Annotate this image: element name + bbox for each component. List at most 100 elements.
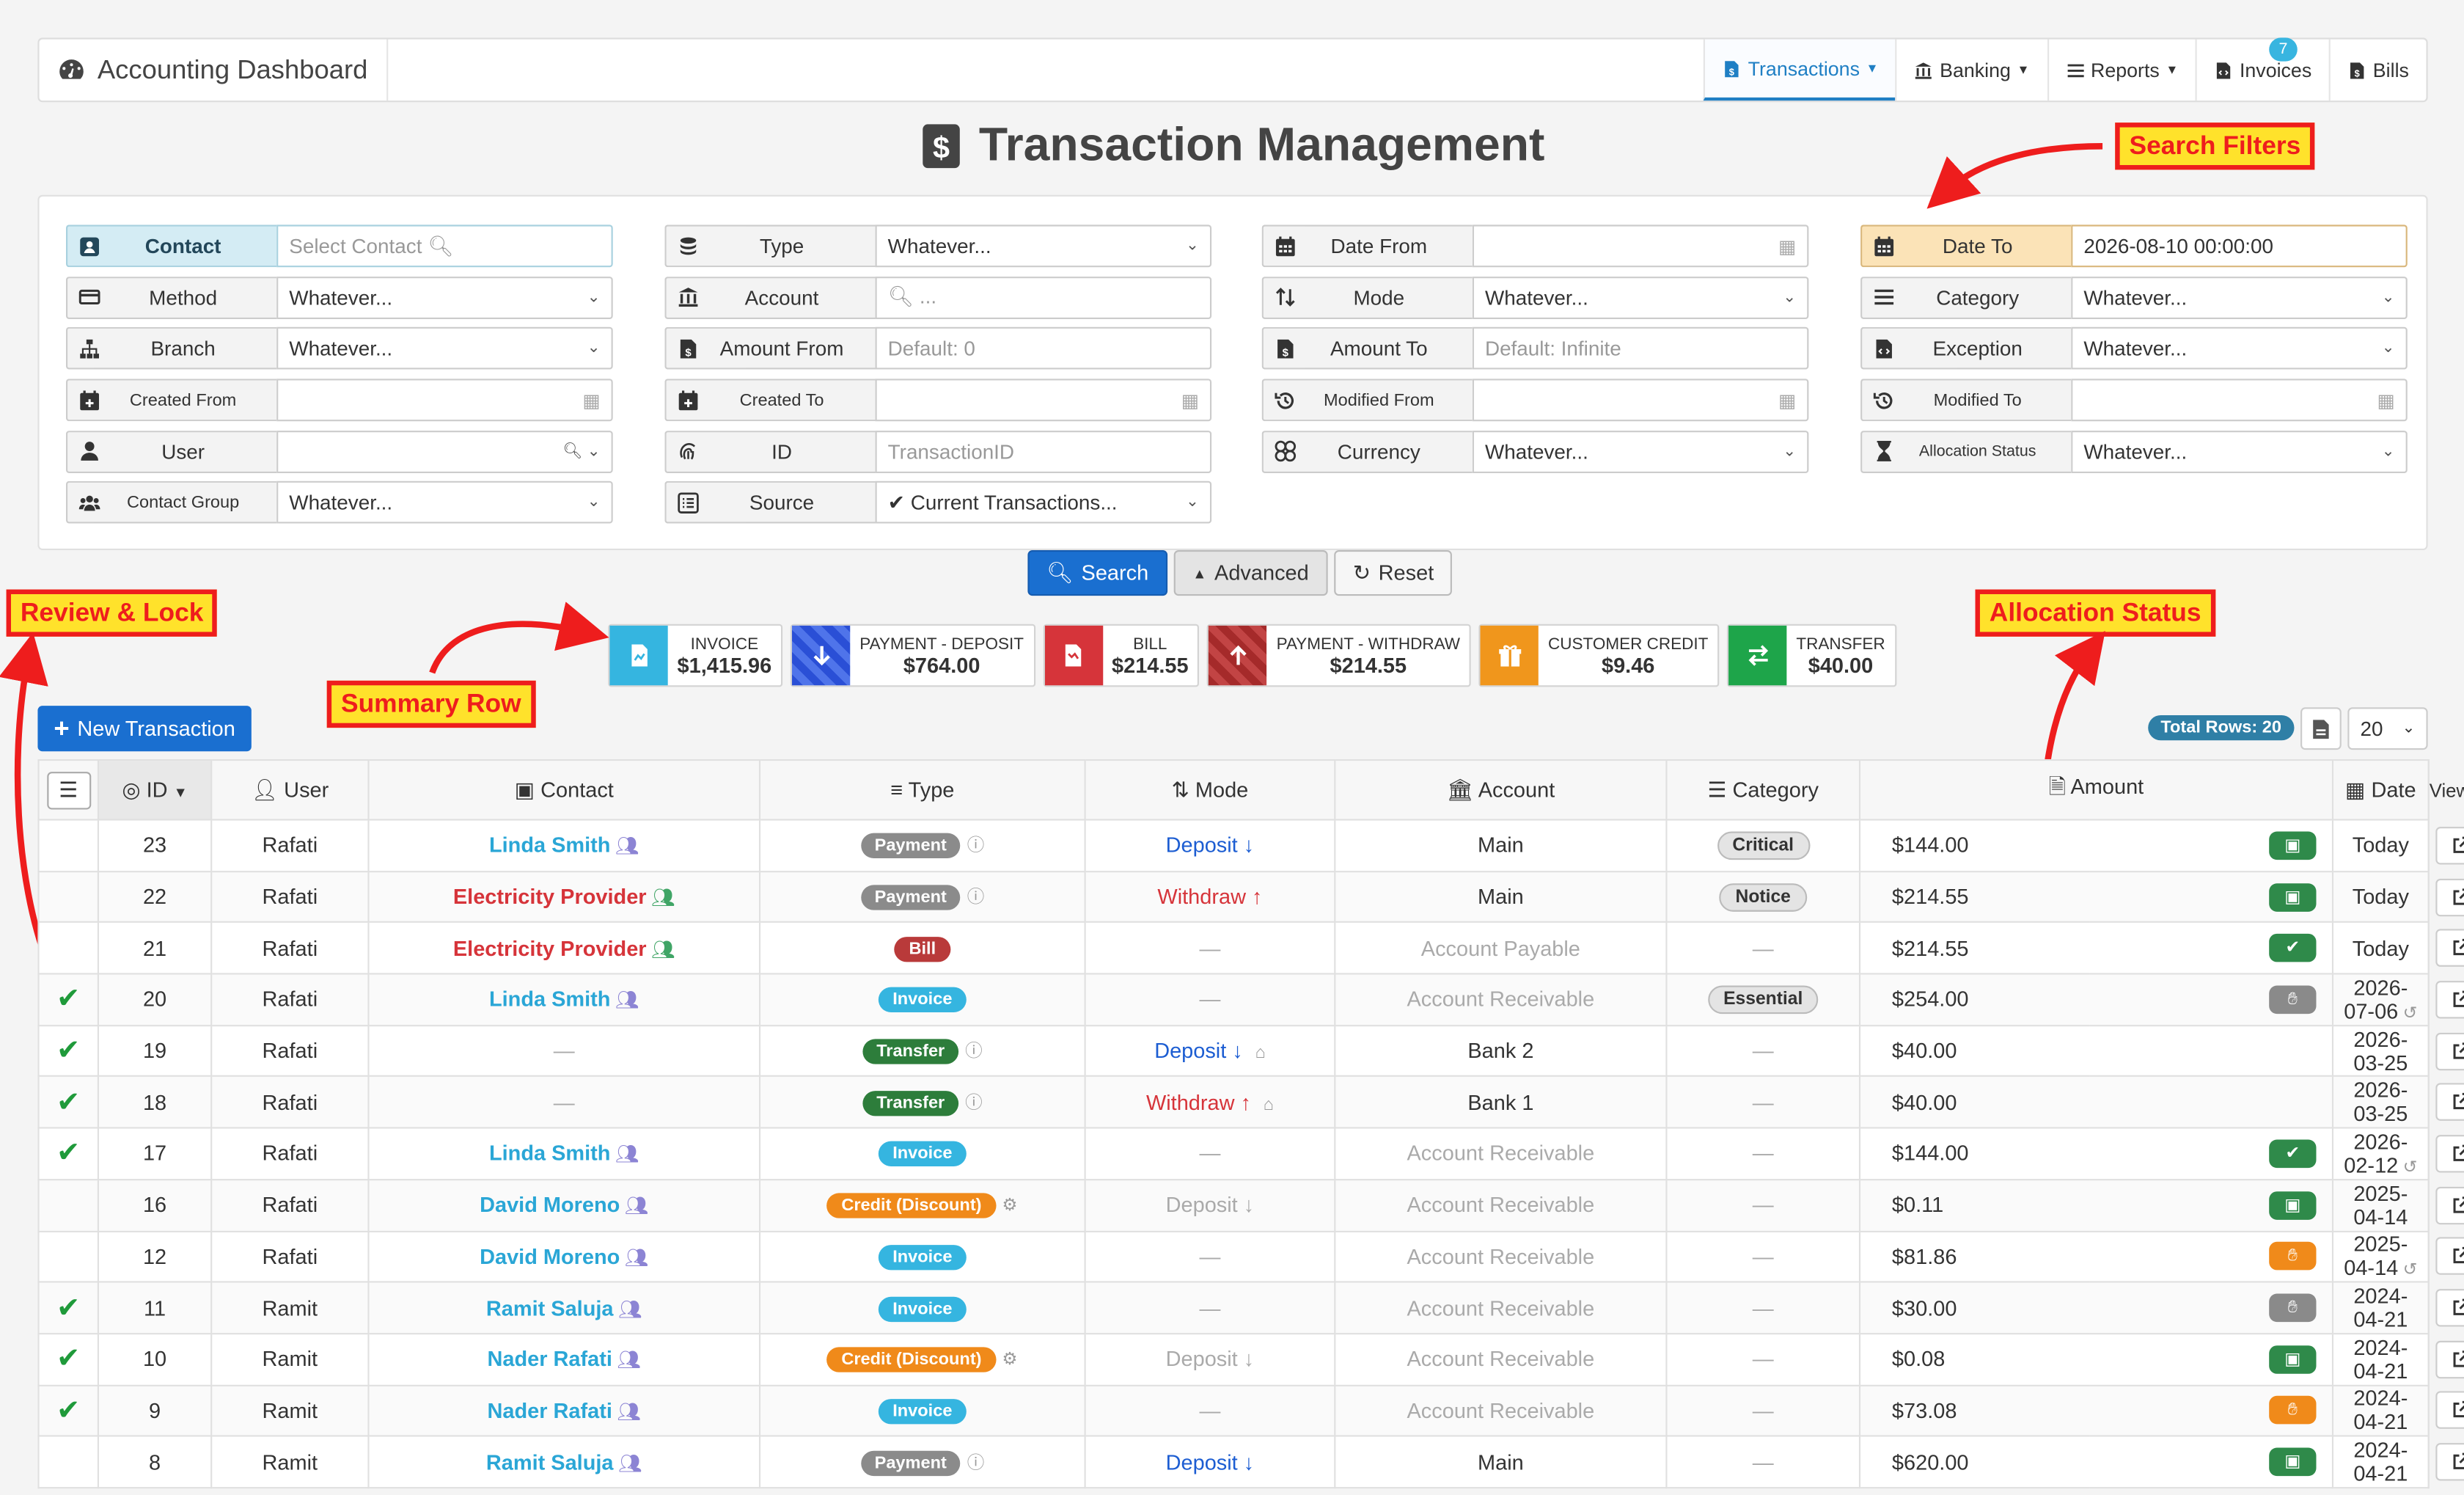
category-cell: — [1665, 1075, 1861, 1129]
header-type[interactable]: ≡ Type [758, 759, 1086, 821]
table-row[interactable]: ✔ 17 Rafati Linda Smith 👥︎ Invoice — Acco… [37, 1127, 2464, 1180]
table-row[interactable]: 21 Rafati Electricity Provider 👥︎ Bill — … [37, 921, 2464, 975]
view-button[interactable] [2435, 1238, 2464, 1276]
contact-link[interactable]: David Moreno [480, 1194, 620, 1217]
table-row[interactable]: ✔ 19 Rafati — Transfer ⓘ Deposit ↓ ⌂ Bank… [37, 1024, 2464, 1078]
contact-link[interactable]: Nader Rafati [488, 1348, 612, 1371]
view-button[interactable] [2435, 1031, 2464, 1070]
contact-cell: Linda Smith 👥︎ [367, 819, 761, 872]
review-lock-cell[interactable] [37, 921, 99, 975]
hand-holding-icon: ✋︎ [2269, 985, 2317, 1014]
info-icon[interactable]: ⓘ [967, 1453, 985, 1472]
view-button[interactable] [2435, 1135, 2464, 1173]
contact-link[interactable]: David Moreno [480, 1245, 620, 1268]
contact-link[interactable]: Ramit Saluja [486, 1450, 614, 1474]
review-lock-cell[interactable]: ✔ [37, 1332, 99, 1386]
user-cell: Rafati [210, 1024, 370, 1078]
plus-icon: + [54, 712, 70, 743]
review-lock-cell[interactable] [37, 1229, 99, 1283]
new-transaction-button[interactable]: + New Transaction [37, 706, 252, 752]
header-user[interactable]: 👤︎ User [210, 759, 370, 821]
review-lock-cell[interactable]: ✔ [37, 1024, 99, 1078]
review-lock-cell[interactable]: ✔ [37, 1281, 99, 1334]
view-button[interactable] [2435, 980, 2464, 1019]
header-contact[interactable]: ▣ Contact [367, 759, 761, 821]
account-cell: Bank 2 [1334, 1024, 1668, 1078]
type-badge: Invoice [878, 1295, 967, 1322]
review-lock-cell[interactable]: ✔ [37, 1127, 99, 1180]
table-row[interactable]: ✔ 20 Rafati Linda Smith 👥︎ Invoice — Acco… [37, 973, 2464, 1026]
review-lock-cell[interactable] [37, 819, 99, 872]
empty-dash: — [1752, 1090, 1774, 1114]
transactions-table-body: 23 Rafati Linda Smith 👥︎ Payment ⓘ Deposit… [37, 819, 2464, 1489]
info-icon[interactable]: ⓘ [967, 837, 985, 856]
user-cell: Rafati [210, 870, 370, 924]
amount-cell: $40.00 [1858, 1075, 2334, 1129]
view-button[interactable] [2435, 1340, 2464, 1378]
review-lock-cell[interactable]: ✔ [37, 973, 99, 1026]
contact-group-icon: 👥︎ [650, 937, 675, 960]
mode-label: Deposit [1154, 1039, 1227, 1063]
header-select-all[interactable]: ☰ [37, 759, 99, 821]
view-button[interactable] [2435, 1083, 2464, 1122]
date-value: 2025-04-14 [2344, 1232, 2408, 1280]
view-button[interactable] [2435, 1186, 2464, 1224]
view-button[interactable] [2435, 1392, 2464, 1430]
view-button[interactable] [2435, 1443, 2464, 1481]
contact-card-icon: ▣ [514, 777, 535, 801]
type-badge: Payment [860, 885, 961, 910]
export-button[interactable] [2300, 707, 2342, 750]
contact-link[interactable]: Linda Smith [489, 988, 611, 1012]
caret-down-icon: ▼ [173, 783, 188, 800]
amount-value: $144.00 [1891, 833, 1969, 858]
header-mode[interactable]: ⇅ Mode [1084, 759, 1336, 821]
amount-cell: $30.00 ✋︎ [1858, 1281, 2334, 1334]
view-button[interactable] [2435, 929, 2464, 968]
contact-link[interactable]: Ramit Saluja [486, 1296, 614, 1320]
contact-link[interactable]: Electricity Provider [453, 937, 647, 960]
empty-dash: — [553, 1039, 575, 1063]
contact-link[interactable]: Linda Smith [489, 833, 611, 857]
view-button[interactable] [2435, 826, 2464, 865]
reviewed-check-icon: ✔ [56, 1034, 81, 1067]
info-icon[interactable]: ⓘ [965, 1094, 983, 1113]
account-cell: Main [1334, 1435, 1668, 1489]
table-row[interactable]: ✔ 11 Ramit Ramit Saluja 👥︎ Invoice — Acco… [37, 1281, 2464, 1334]
table-row[interactable]: 12 Rafati David Moreno 👥︎ Invoice — Accou… [37, 1229, 2464, 1283]
page-size-select[interactable]: 20 ⌄ [2347, 707, 2428, 750]
table-row[interactable]: ✔ 10 Ramit Nader Rafati 👥︎ Credit (Discou… [37, 1332, 2464, 1386]
category-cell: Essential [1665, 973, 1861, 1026]
header-account[interactable]: 🏛︎ Account [1334, 759, 1668, 821]
review-lock-cell[interactable]: ✔ [37, 1383, 99, 1438]
mode-cell: — [1084, 1127, 1336, 1180]
info-icon[interactable]: ⓘ [967, 888, 985, 907]
type-cell: Invoice [758, 1127, 1086, 1180]
table-row[interactable]: 23 Rafati Linda Smith 👥︎ Payment ⓘ Deposit… [37, 819, 2464, 872]
view-button[interactable] [2435, 1289, 2464, 1327]
list-check-icon[interactable]: ☰ [46, 771, 91, 809]
table-row[interactable]: 16 Rafati David Moreno 👥︎ Credit (Discoun… [37, 1178, 2464, 1232]
reviewed-check-icon: ✔ [56, 983, 81, 1015]
table-row[interactable]: 22 Rafati Electricity Provider 👥︎ Payment… [37, 870, 2464, 924]
view-button[interactable] [2435, 877, 2464, 916]
review-lock-cell[interactable]: ✔ [37, 1075, 99, 1129]
review-lock-cell[interactable] [37, 1435, 99, 1489]
contact-link[interactable]: Electricity Provider [453, 885, 647, 908]
money-bill-icon: ▣ [2269, 1345, 2317, 1374]
header-id[interactable]: ◎ ID ▼ [97, 759, 213, 821]
amount-value: $0.08 [1891, 1347, 1946, 1371]
header-category[interactable]: ☰ Category [1665, 759, 1861, 821]
coins-icon: ≡ [890, 778, 903, 802]
contact-link[interactable]: Nader Rafati [488, 1399, 612, 1422]
table-row[interactable]: 8 Ramit Ramit Saluja 👥︎ Payment ⓘ Deposit … [37, 1435, 2464, 1489]
type-cell: Payment ⓘ [758, 1435, 1086, 1489]
contact-link[interactable]: Linda Smith [489, 1142, 611, 1166]
review-lock-cell[interactable] [37, 870, 99, 924]
header-date[interactable]: ▦ Date [2331, 759, 2430, 821]
table-row[interactable]: ✔ 18 Rafati — Transfer ⓘ Withdraw ↑ ⌂ Ban… [37, 1075, 2464, 1129]
header-amount[interactable]: 🗎︎ Amount [1858, 759, 2334, 821]
date-value: 2026-03-25 [2353, 1078, 2408, 1126]
table-row[interactable]: ✔ 9 Ramit Nader Rafati 👥︎ Invoice — Accou… [37, 1383, 2464, 1438]
info-icon[interactable]: ⓘ [965, 1042, 983, 1061]
review-lock-cell[interactable] [37, 1178, 99, 1232]
